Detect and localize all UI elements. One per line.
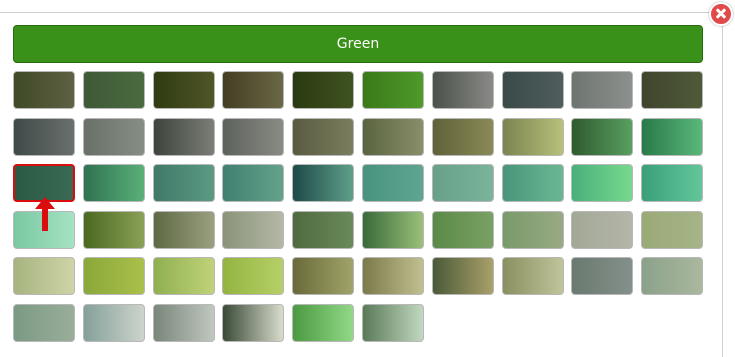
- color-swatch[interactable]: [571, 211, 633, 249]
- color-swatch[interactable]: [362, 118, 424, 156]
- color-swatch[interactable]: [432, 118, 494, 156]
- color-swatch[interactable]: [571, 164, 633, 202]
- color-swatch[interactable]: [292, 304, 354, 342]
- up-arrow-icon: [35, 197, 55, 231]
- color-swatch[interactable]: [502, 71, 564, 109]
- color-swatch[interactable]: [153, 164, 215, 202]
- color-swatch[interactable]: [13, 257, 75, 295]
- color-swatch[interactable]: [153, 118, 215, 156]
- color-swatch[interactable]: [641, 257, 703, 295]
- color-swatch[interactable]: [432, 257, 494, 295]
- color-swatch[interactable]: [222, 71, 284, 109]
- color-swatch[interactable]: [13, 304, 75, 342]
- color-swatch[interactable]: [222, 304, 284, 342]
- color-swatch[interactable]: [153, 211, 215, 249]
- color-swatch[interactable]: [153, 304, 215, 342]
- color-swatch[interactable]: [502, 164, 564, 202]
- color-swatch[interactable]: [222, 211, 284, 249]
- color-swatch[interactable]: [83, 118, 145, 156]
- color-swatch[interactable]: [222, 257, 284, 295]
- color-swatch[interactable]: [222, 164, 284, 202]
- color-swatch[interactable]: [641, 71, 703, 109]
- color-swatch[interactable]: [292, 164, 354, 202]
- color-swatch[interactable]: [292, 257, 354, 295]
- color-swatch[interactable]: [83, 211, 145, 249]
- color-swatch[interactable]: [292, 211, 354, 249]
- color-swatch[interactable]: [83, 71, 145, 109]
- color-family-header[interactable]: Green: [13, 25, 703, 63]
- color-swatch[interactable]: [502, 118, 564, 156]
- color-swatch[interactable]: [571, 118, 633, 156]
- color-swatch[interactable]: [222, 118, 284, 156]
- color-swatch[interactable]: [571, 257, 633, 295]
- color-swatch[interactable]: [13, 71, 75, 109]
- color-swatch[interactable]: [292, 118, 354, 156]
- color-swatch[interactable]: [13, 118, 75, 156]
- color-swatch[interactable]: [502, 211, 564, 249]
- color-swatch[interactable]: [362, 257, 424, 295]
- color-swatch[interactable]: [502, 257, 564, 295]
- color-swatch[interactable]: [362, 71, 424, 109]
- color-swatch[interactable]: [432, 71, 494, 109]
- color-swatch[interactable]: [83, 257, 145, 295]
- color-swatch[interactable]: [641, 164, 703, 202]
- color-swatch[interactable]: [362, 164, 424, 202]
- color-swatch[interactable]: [153, 257, 215, 295]
- color-swatch[interactable]: [571, 71, 633, 109]
- color-swatch[interactable]: [641, 211, 703, 249]
- close-icon[interactable]: [709, 2, 733, 26]
- color-swatch[interactable]: [641, 118, 703, 156]
- color-swatch[interactable]: [432, 164, 494, 202]
- color-swatch[interactable]: [153, 71, 215, 109]
- color-swatch[interactable]: [83, 164, 145, 202]
- color-swatch[interactable]: [432, 211, 494, 249]
- color-swatch[interactable]: [83, 304, 145, 342]
- color-swatch[interactable]: [292, 71, 354, 109]
- color-swatch[interactable]: [362, 304, 424, 342]
- color-swatch[interactable]: [362, 211, 424, 249]
